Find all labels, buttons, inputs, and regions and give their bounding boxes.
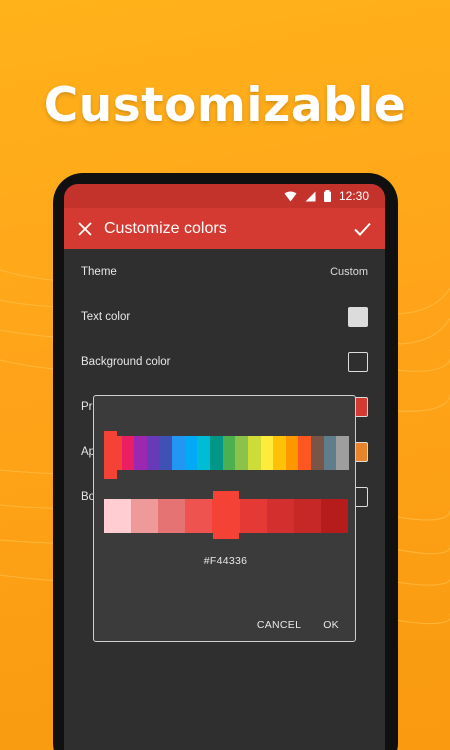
status-bar: 12:30 <box>64 184 385 208</box>
hue-swatch[interactable] <box>146 436 160 470</box>
hue-swatch[interactable] <box>247 436 261 470</box>
setting-text-color[interactable]: Text color <box>64 294 385 339</box>
shade-swatch[interactable] <box>293 499 321 533</box>
color-swatch <box>348 306 368 327</box>
hue-swatch[interactable] <box>311 436 324 470</box>
shade-selector-handle[interactable] <box>213 491 239 539</box>
shade-swatch[interactable] <box>185 499 213 533</box>
battery-icon <box>323 190 331 202</box>
hue-swatch[interactable] <box>323 436 337 470</box>
hue-swatch[interactable] <box>285 436 299 470</box>
cell-signal-icon <box>305 191 316 202</box>
wifi-icon <box>284 191 297 202</box>
setting-value: Custom <box>330 265 368 278</box>
color-picker-dialog: #F44336 CANCEL OK <box>93 395 356 642</box>
hue-swatch[interactable] <box>260 436 274 470</box>
hue-swatch[interactable] <box>159 436 173 470</box>
hue-selector-handle[interactable] <box>104 431 117 479</box>
hue-swatch[interactable] <box>172 436 185 470</box>
shade-swatch[interactable] <box>104 499 132 533</box>
hue-swatch[interactable] <box>298 436 311 470</box>
setting-label: Pr <box>81 400 93 413</box>
hue-swatch[interactable] <box>235 436 248 470</box>
cancel-button[interactable]: CANCEL <box>257 619 301 631</box>
setting-label: Text color <box>81 310 131 323</box>
shade-swatch[interactable] <box>320 499 348 533</box>
ok-button[interactable]: OK <box>323 619 339 631</box>
status-time: 12:30 <box>338 189 369 203</box>
close-icon[interactable] <box>78 221 92 236</box>
shade-swatch[interactable] <box>239 499 267 533</box>
hue-swatch[interactable] <box>222 436 236 470</box>
hue-swatch[interactable] <box>336 436 349 470</box>
setting-background-color[interactable]: Background color <box>64 339 385 384</box>
hue-palette[interactable] <box>109 436 349 470</box>
app-bar: Customize colors <box>64 208 385 249</box>
checkmark-icon[interactable] <box>354 222 371 236</box>
hue-swatch[interactable] <box>197 436 210 470</box>
hue-swatch[interactable] <box>121 436 135 470</box>
hue-swatch[interactable] <box>134 436 147 470</box>
shade-swatch[interactable] <box>266 499 294 533</box>
setting-label: Background color <box>81 355 171 368</box>
hue-swatch[interactable] <box>273 436 286 470</box>
headline: Customizable <box>43 78 407 133</box>
app-bar-title: Customize colors <box>104 219 227 237</box>
selected-color-hex: #F44336 <box>203 555 248 567</box>
shade-swatch[interactable] <box>131 499 159 533</box>
shade-swatch[interactable] <box>158 499 186 533</box>
color-swatch <box>348 351 368 372</box>
setting-label: Theme <box>81 265 117 278</box>
hue-swatch[interactable] <box>210 436 223 470</box>
hue-swatch[interactable] <box>184 436 198 470</box>
setting-theme[interactable]: Theme Custom <box>64 249 385 294</box>
